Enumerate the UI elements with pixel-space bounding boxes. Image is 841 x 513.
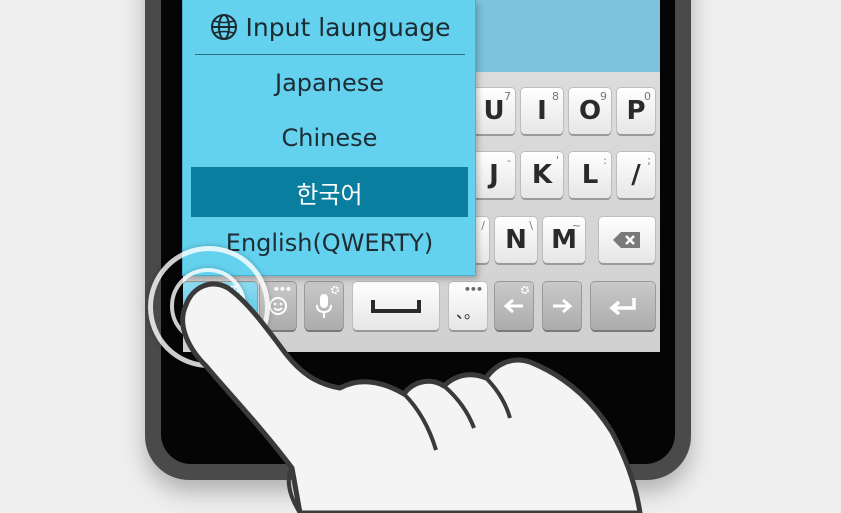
- key-n[interactable]: N \: [495, 217, 537, 263]
- cursor-left-key[interactable]: [495, 282, 533, 330]
- backspace-icon: [613, 232, 640, 248]
- popup-header: Input launguage: [195, 0, 465, 55]
- enter-key[interactable]: [591, 282, 655, 330]
- key-i[interactable]: I 8: [521, 88, 563, 134]
- settings-icon: [521, 286, 529, 294]
- settings-icon: [331, 286, 339, 294]
- key-m[interactable]: M ~: [543, 217, 585, 263]
- cursor-right-icon: [553, 298, 573, 314]
- language-item-korean[interactable]: 한국어: [191, 167, 468, 217]
- space-key[interactable]: [353, 282, 439, 330]
- input-language-popup: Input launguage Japanese Chinese 한국어 Eng…: [182, 0, 476, 276]
- touch-ripple-inner: [170, 268, 246, 344]
- enter-icon: [609, 298, 636, 315]
- language-item-chinese[interactable]: Chinese: [191, 113, 468, 163]
- punctuation-key[interactable]: ••• 、。: [449, 282, 487, 330]
- space-icon: [371, 300, 421, 313]
- key-l[interactable]: L :: [569, 152, 611, 198]
- globe-icon: [210, 14, 237, 40]
- backspace-key[interactable]: [599, 217, 655, 263]
- mic-icon: [316, 294, 332, 318]
- key-j[interactable]: J -: [473, 152, 515, 198]
- key-u[interactable]: U 7: [473, 88, 515, 134]
- emoji-icon: [269, 297, 287, 315]
- key-k[interactable]: K ': [521, 152, 563, 198]
- cursor-right-key[interactable]: [543, 282, 581, 330]
- key-slash[interactable]: / ;: [617, 152, 655, 198]
- language-item-japanese[interactable]: Japanese: [191, 58, 468, 108]
- cursor-left-icon: [503, 298, 523, 314]
- key-p[interactable]: P 0: [617, 88, 655, 134]
- popup-title: Input launguage: [245, 12, 451, 42]
- key-o[interactable]: O 9: [569, 88, 611, 134]
- voice-input-key[interactable]: [305, 282, 343, 330]
